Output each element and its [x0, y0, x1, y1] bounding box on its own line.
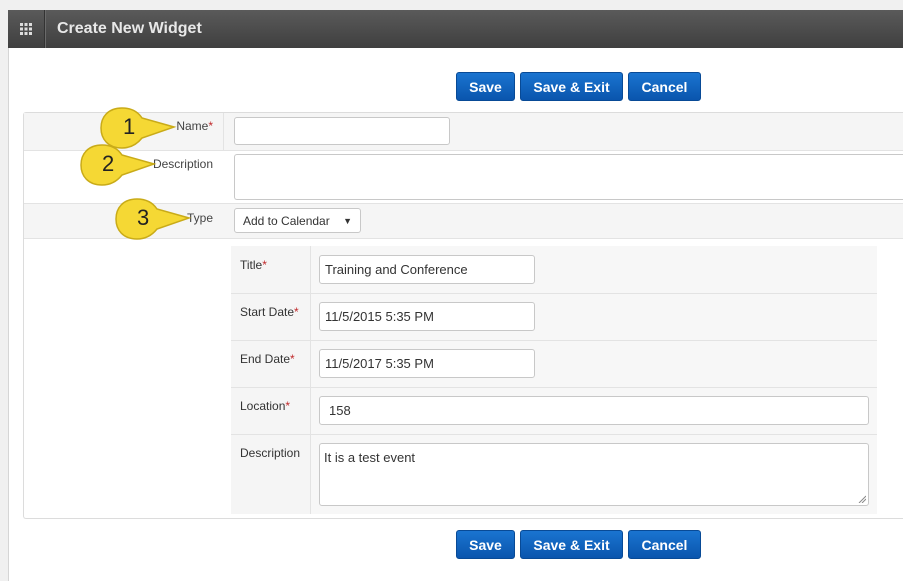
divider [310, 246, 311, 514]
callout-marker-3 [115, 198, 192, 240]
location-input[interactable]: 158 [319, 396, 869, 425]
divider [231, 293, 877, 294]
description-label: Description [152, 157, 213, 171]
caret-down-icon: ▼ [343, 215, 352, 226]
save-exit-button-top[interactable]: Save & Exit [520, 72, 623, 101]
event-description-label: Description [240, 446, 301, 460]
save-button-bottom[interactable]: Save [456, 530, 515, 559]
name-label: Name* [176, 119, 213, 133]
name-input[interactable] [234, 117, 450, 145]
event-description-text: It is a test event [324, 450, 416, 465]
location-label: Location* [240, 399, 291, 413]
event-title-label: Title* [240, 258, 267, 272]
divider [231, 387, 877, 388]
end-date-input[interactable]: 11/5/2017 5:35 PM [319, 349, 535, 378]
event-title-input[interactable]: Training and Conference [319, 255, 535, 284]
callout-number-2: 2 [102, 151, 115, 176]
event-description-textarea[interactable]: It is a test event [319, 443, 869, 506]
grid-icon[interactable] [8, 10, 45, 48]
save-button-top[interactable]: Save [456, 72, 515, 101]
type-select[interactable]: Add to Calendar ▼ [234, 208, 361, 233]
callout-number-1: 1 [123, 114, 136, 139]
start-date-input[interactable]: 11/5/2015 5:35 PM [319, 302, 535, 331]
type-select-value: Add to Calendar [243, 213, 330, 228]
description-input[interactable] [234, 154, 903, 200]
start-date-label: Start Date* [240, 305, 299, 319]
cancel-button-bottom[interactable]: Cancel [628, 530, 701, 559]
callout-marker-2 [80, 144, 157, 186]
callout-number-3: 3 [137, 205, 150, 230]
calendar-label-column [231, 246, 311, 514]
end-date-label: End Date* [240, 352, 295, 366]
divider [231, 434, 877, 435]
window-title: Create New Widget [57, 20, 202, 37]
title-bar: Create New Widget [8, 10, 903, 48]
cancel-button-top[interactable]: Cancel [628, 72, 701, 101]
resize-grip-icon[interactable] [858, 495, 866, 503]
save-exit-button-bottom[interactable]: Save & Exit [520, 530, 623, 559]
divider [231, 340, 877, 341]
